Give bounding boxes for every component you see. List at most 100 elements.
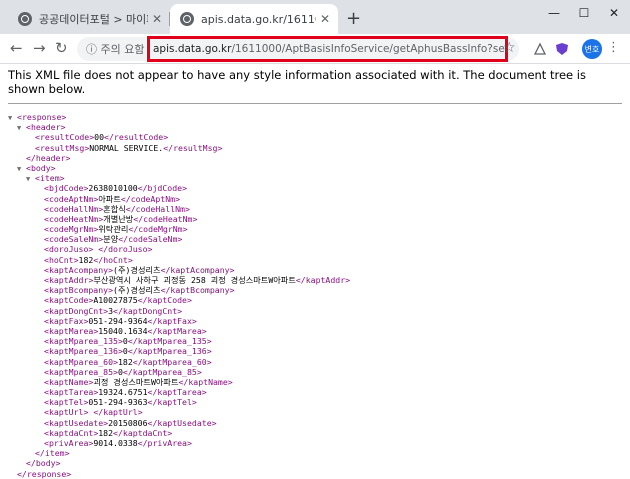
xml-text: 위탁관리 [98,224,129,235]
close-icon[interactable]: ✕ [320,12,330,26]
globe-icon [18,12,32,26]
xml-close-tag: </header> [26,152,71,163]
xml-tag-name: response [21,112,62,122]
xml-open-tag: <kaptName> [44,376,94,387]
xml-open-tag: <kaptdaCnt> [44,427,99,438]
xml-line: <kaptUsedate>20150806</kaptUsedate> [8,418,630,428]
xml-tag-name: header [30,122,61,133]
xml-tag-name: kaptdaCnt [48,427,94,438]
back-icon[interactable]: ← [10,39,23,57]
xml-text: 00 [94,132,105,143]
tab-data-portal[interactable]: 공공데이터포털 > 마이페이지 > 개발 ✕ [8,4,170,34]
xml-line: </body> [8,458,630,468]
xml-close-tag: </kaptMarea> [147,325,207,336]
xml-close-tag: </kaptBcompany> [160,285,235,296]
xml-tag-name: kaptAcompany [170,264,230,275]
xml-tag-name: kaptMparea_60 [142,356,207,367]
xml-open-tag: <bjdCode> [44,183,89,194]
kebab-menu-icon[interactable]: ⋮ [607,40,620,55]
xml-tag-name: kaptAcompany [48,264,109,275]
xml-open-tag: <hoCnt> [44,254,79,265]
extension-icon[interactable] [533,42,547,56]
xml-close-tag: </codeAptNm> [120,193,181,204]
collapse-toggle-icon[interactable]: ▼ [26,174,35,184]
xml-line: <codeAptNm>아파트</codeAptNm> [8,194,630,204]
xml-tag-name: codeHallNm [48,203,99,214]
xml-tag-name: codeHeatNm [143,213,193,224]
xml-tag-name: kaptTarea [157,387,202,398]
xml-close-tag: </kaptdaCnt> [113,427,173,438]
xml-line: <codeMgrNm>위탁관리</codeMgrNm> [8,224,630,234]
xml-tag-name: kaptMparea_85 [132,366,197,377]
xml-tag-name: codeMgrNm [138,224,183,235]
xml-text: 051-294-9364 [88,315,148,326]
xml-line: <kaptTarea>19324.6751</kaptTarea> [8,387,630,397]
xml-tag-name: kaptCode [147,295,187,306]
xml-tag-name: kaptFax [48,315,84,326]
xml-open-tag: <kaptAddr> [44,275,94,285]
close-icon[interactable]: ✕ [152,12,162,26]
xml-line: ▼ <response> [8,112,630,122]
xml-tag-name: kaptMarea [48,325,94,336]
collapse-toggle-icon[interactable]: ▼ [8,113,17,123]
xml-text: 051-294-9363 [88,397,148,408]
xml-line: <kaptMparea_136>0</kaptMparea_136> [8,346,630,356]
url-highlight[interactable]: apis.data.go.kr/1611000/AptBasisInfoServ… [147,36,508,62]
xml-tag-name: kaptFax [157,315,192,326]
xml-close-tag: </resultMsg> [163,142,223,153]
address-bar[interactable]: ⓘ 주의 요함 apis.data.go.kr/1611000/AptBasis… [77,36,519,62]
maximize-icon[interactable]: ☐ [568,0,600,26]
xml-tag-name: kaptMarea [157,325,202,336]
xml-tag-name: codeSaleNm [128,234,178,245]
xml-close-tag: </kaptUrl> [93,407,143,418]
reload-icon[interactable]: ↻ [55,39,68,57]
xml-text: 182 [78,254,94,265]
xml-tag-name: kaptBcompany [48,285,109,296]
xml-close-tag: </resultCode> [104,132,169,143]
xml-close-tag: </kaptMparea_136> [127,346,212,357]
xml-tag-name: doroJuso [48,244,89,255]
xml-line: <kaptAddr>부산광역시 사하구 괴정동 258 괴정 경성스마트W아파트… [8,275,630,285]
xml-close-tag: </kaptTarea> [147,387,207,398]
xml-tag-name: codeMgrNm [48,224,94,235]
new-tab-icon[interactable]: + [346,8,361,29]
avatar[interactable]: 변호 [582,39,602,59]
xml-open-tag: <codeMgrNm> [44,224,99,235]
collapse-toggle-icon[interactable]: ▼ [17,164,26,174]
xml-line: <kaptName>괴정 경성스마트W아파트</kaptName> [8,377,630,387]
xml-open-tag: <kaptFax> [44,315,89,326]
forward-icon[interactable]: → [33,39,46,57]
xml-open-tag: <kaptMparea_136> [44,346,123,357]
xml-line: </header> [8,153,630,163]
xml-tag-name: kaptTarea [48,387,94,398]
xml-line: <codeHeatNm>개별난방</codeHeatNm> [8,214,630,224]
xml-close-tag: </kaptMparea_60> [132,356,212,367]
xml-text: 분양 [103,234,119,245]
xml-open-tag: <codeAptNm> [44,193,99,204]
xml-line: <kaptMparea_135>0</kaptMparea_135> [8,336,630,346]
xml-tag-name: kaptMparea_85 [48,366,114,377]
tab-xml-result[interactable]: apis.data.go.kr/1611000/AptBasis ✕ [170,4,338,34]
xml-tag-name: body [30,162,51,173]
minimize-icon[interactable]: — [538,0,570,26]
xml-close-tag: </kaptAcompany> [160,264,235,275]
xml-tag-name: resultMsg [39,142,85,153]
bookmark-star-icon[interactable]: ☆ [503,40,516,56]
window-close-icon[interactable]: ✕ [598,0,630,26]
xml-tag-name: resultCode [113,132,164,143]
xml-line: <kaptDongCnt>3</kaptDongCnt> [8,306,630,316]
collapse-toggle-icon[interactable]: ▼ [17,123,26,133]
xml-open-tag: <response> [17,112,67,122]
shield-extension-icon[interactable] [555,42,569,56]
xml-line: </item> [8,448,630,458]
browser-toolbar: ← → ↻ ⓘ 주의 요함 apis.data.go.kr/1611000/Ap… [0,34,630,64]
xml-open-tag: <privArea> [44,438,94,448]
xml-text: 아파트 [98,193,121,204]
security-indicator[interactable]: ⓘ 주의 요함 [86,41,144,57]
xml-open-tag: <kaptMparea_85> [44,366,118,377]
xml-close-tag: </privArea> [137,438,192,448]
xml-tag-name: kaptMparea_135 [48,336,118,347]
xml-tag-name: hoCnt [103,254,128,265]
xml-close-tag: </codeHallNm> [125,203,190,214]
xml-tag-name: kaptAddr [305,275,346,285]
